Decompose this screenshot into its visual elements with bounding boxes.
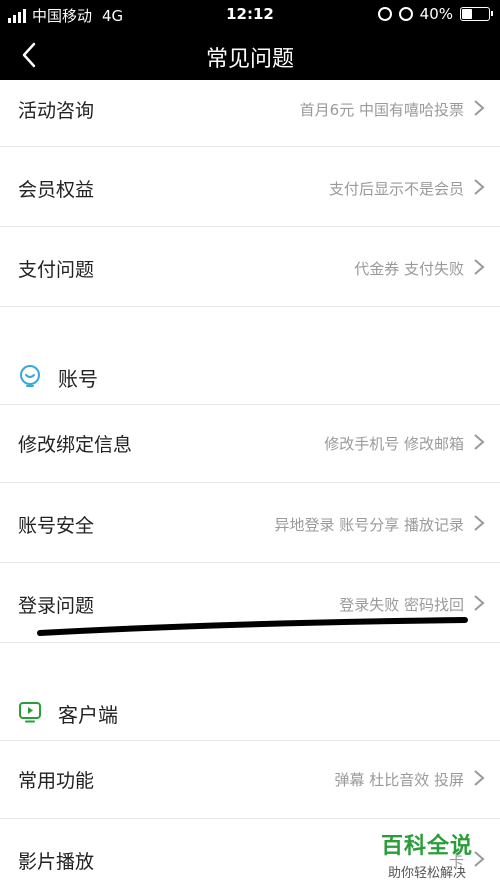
tv-play-icon [19, 702, 41, 723]
section-spacer [0, 307, 500, 347]
chevron-right-icon [474, 770, 485, 786]
section-header-account: 账号 [0, 347, 500, 405]
list-item-label: 账号安全 [18, 515, 95, 537]
watermark-title: 百科全说 [380, 834, 473, 859]
list-item-login-issues[interactable]: 登录问题 登录失败 密码找回 [0, 563, 500, 643]
list-item-activity[interactable]: 活动咨询 首月6元 中国有嘻哈投票 [0, 80, 500, 147]
nav-bar: 常见问题 [0, 30, 500, 80]
rotation-lock-icon [377, 7, 392, 21]
chevron-right-icon [474, 515, 485, 531]
list-item-payment[interactable]: 支付问题 代金券 支付失败 [0, 227, 500, 307]
list-item-hint: 支付后显示不是会员 [328, 180, 464, 198]
list-item-member-benefits[interactable]: 会员权益 支付后显示不是会员 [0, 147, 500, 227]
list-item-account-security[interactable]: 账号安全 异地登录 账号分享 播放记录 [0, 483, 500, 563]
list-item-label: 常用功能 [18, 770, 95, 792]
battery-icon [460, 7, 493, 21]
lightbulb-icon [20, 365, 40, 387]
section-title: 客户端 [58, 703, 118, 727]
list-item-label: 登录问题 [18, 595, 95, 617]
list-item-common-functions[interactable]: 常用功能 弹幕 杜比音效 投屏 [0, 741, 500, 819]
list-item-hint: 代金券 支付失败 [354, 260, 464, 278]
list-item-hint: 异地登录 账号分享 播放记录 [274, 516, 464, 534]
watermark-subtitle: 助你轻松解决 [387, 866, 466, 881]
watermark-logo: 百科全说 助你轻松解决 [368, 828, 486, 881]
section-title: 账号 [58, 367, 98, 391]
chevron-right-icon [474, 595, 485, 611]
list-item-label: 影片播放 [18, 851, 95, 873]
list-item-label: 支付问题 [18, 259, 95, 281]
chevron-right-icon [474, 179, 485, 195]
list-item-label: 活动咨询 [18, 100, 95, 122]
chevron-right-icon [474, 434, 485, 450]
list-item-label: 修改绑定信息 [18, 434, 133, 456]
list-item-hint: 首月6元 中国有嘻哈投票 [299, 101, 464, 119]
section-header-client: 客户端 [0, 683, 500, 741]
battery-percent: 40% [419, 5, 453, 23]
section-spacer [0, 643, 500, 683]
list-item-hint: 弹幕 杜比音效 投屏 [334, 771, 464, 789]
list-item-change-binding[interactable]: 修改绑定信息 修改手机号 修改邮箱 [0, 405, 500, 483]
chevron-right-icon [474, 100, 485, 116]
page-title: 常见问题 [205, 47, 294, 72]
status-bar: 中国移动 4G 12:12 40% [0, 0, 500, 30]
alarm-icon [398, 7, 413, 21]
list-item-hint: 修改手机号 修改邮箱 [324, 435, 464, 453]
list-item-hint: 登录失败 密码找回 [339, 596, 464, 614]
list-item-label: 会员权益 [18, 179, 95, 201]
chevron-right-icon [474, 259, 485, 275]
